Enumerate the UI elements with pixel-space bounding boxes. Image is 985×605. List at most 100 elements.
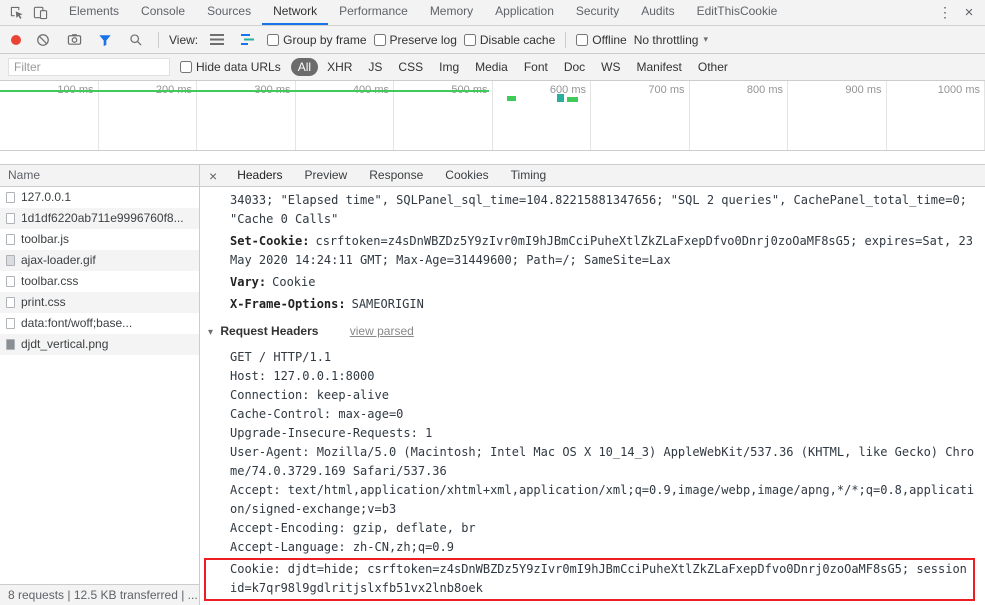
script-icon [6, 234, 15, 245]
request-row[interactable]: djdt_vertical.png [0, 334, 199, 355]
filter-type-js[interactable]: JS [361, 58, 389, 76]
more-options-icon[interactable]: ⋮ [933, 2, 957, 24]
funnel-glyph [99, 34, 111, 46]
timeline-gridline: 600 ms [493, 81, 591, 150]
tab-elements[interactable]: Elements [58, 0, 130, 25]
capture-screenshots-icon[interactable] [62, 29, 86, 51]
detail-tab-headers[interactable]: Headers [226, 165, 293, 186]
request-name: toolbar.js [21, 232, 70, 246]
offline-checkbox[interactable]: Offline [576, 33, 627, 47]
tab-network[interactable]: Network [262, 0, 329, 25]
tab-application[interactable]: Application [484, 0, 565, 25]
search-icon[interactable] [124, 29, 148, 51]
request-name: 127.0.0.1 [21, 190, 72, 204]
header-value: csrftoken=z4sDnWBZDz5Y9zIvr0mI9hJBmCciPu… [230, 234, 981, 267]
waterfall-view-icon[interactable] [236, 29, 260, 51]
tab-memory[interactable]: Memory [419, 0, 484, 25]
detail-tab-response[interactable]: Response [358, 165, 434, 186]
inspect-element-glyph [10, 6, 23, 19]
preserve-log-checkbox[interactable]: Preserve log [373, 33, 457, 47]
clear-icon[interactable] [31, 29, 55, 51]
list-view-glyph [209, 34, 224, 45]
group-by-frame-input[interactable] [267, 33, 280, 46]
triangle-down-icon[interactable]: ▾ [208, 327, 213, 338]
request-row[interactable]: data:font/woff;base... [0, 313, 199, 334]
filter-type-css[interactable]: CSS [391, 58, 430, 76]
close-details-icon[interactable]: × [200, 168, 226, 184]
filter-type-xhr[interactable]: XHR [320, 58, 359, 76]
name-column-header[interactable]: Name [0, 165, 199, 187]
network-toolbar: View: Group by frame Preserve log Disabl… [0, 26, 985, 54]
request-name: print.css [21, 295, 66, 309]
detail-tab-cookies[interactable]: Cookies [434, 165, 499, 186]
response-header: X-Frame-Options: SAMEORIGIN [230, 295, 977, 314]
tab-audits[interactable]: Audits [630, 0, 685, 25]
chevron-down-icon: ▾ [703, 34, 708, 44]
request-row[interactable]: print.css [0, 292, 199, 313]
filter-type-ws[interactable]: WS [594, 58, 627, 76]
request-row[interactable]: 1d1df6220ab711e9996760f8... [0, 208, 199, 229]
waterfall-event-mark [557, 94, 564, 102]
toolbar-divider [565, 31, 567, 48]
request-row[interactable]: toolbar.js [0, 229, 199, 250]
document-icon [6, 213, 15, 224]
view-parsed-link[interactable]: view parsed [350, 324, 414, 338]
tab-editthiscookie[interactable]: EditThisCookie [686, 0, 789, 25]
throttling-value: No throttling [633, 32, 699, 47]
stylesheet-icon [6, 276, 15, 287]
request-row[interactable]: toolbar.css [0, 271, 199, 292]
devtools-window: Elements Console Sources Network Performance… [0, 0, 985, 605]
preserve-log-input[interactable] [373, 33, 386, 46]
filter-icon[interactable] [93, 29, 117, 51]
timeline-label: 600 ms [549, 84, 586, 96]
group-by-frame-label: Group by frame [283, 32, 367, 47]
header-value: Cookie [272, 275, 316, 289]
tab-sources[interactable]: Sources [196, 0, 262, 25]
devtools-tab-list: Elements Console Sources Network Performance… [58, 0, 788, 25]
offline-input[interactable] [576, 33, 589, 46]
device-toolbar-icon[interactable] [28, 2, 52, 24]
tab-console[interactable]: Console [130, 0, 196, 25]
close-devtools-icon[interactable]: × [957, 2, 981, 24]
request-name: toolbar.css [21, 274, 79, 288]
throttling-dropdown[interactable]: No throttling ▾ [634, 33, 708, 47]
filter-type-manifest[interactable]: Manifest [630, 58, 689, 76]
status-bar: 8 requests | 12.5 KB transferred | ... [0, 584, 199, 605]
view-label: View: [169, 32, 199, 47]
hide-data-urls-checkbox[interactable]: Hide data URLs [180, 60, 281, 74]
details-tab-list: Headers Preview Response Cookies Timing [226, 165, 557, 186]
filter-type-img[interactable]: Img [432, 58, 466, 76]
request-name: 1d1df6220ab711e9996760f8... [21, 211, 184, 225]
group-by-frame-checkbox[interactable]: Group by frame [267, 32, 367, 47]
detail-tab-timing[interactable]: Timing [500, 165, 558, 186]
filter-type-doc[interactable]: Doc [557, 58, 592, 76]
timeline-label: 800 ms [746, 84, 783, 96]
detail-tab-preview[interactable]: Preview [294, 165, 359, 186]
raw-request-headers: GET / HTTP/1.1 Host: 127.0.0.1:8000 Conn… [230, 350, 975, 554]
inspect-element-icon[interactable] [4, 2, 28, 24]
timeline-label: 1000 ms [937, 84, 980, 96]
disable-cache-checkbox[interactable]: Disable cache [463, 33, 555, 47]
hide-data-urls-input[interactable] [180, 61, 192, 73]
response-header: Set-Cookie: csrftoken=z4sDnWBZDz5Y9zIvr0m… [230, 232, 977, 270]
filter-type-media[interactable]: Media [468, 58, 515, 76]
devtools-tabbar: Elements Console Sources Network Performance… [0, 0, 985, 26]
request-row[interactable]: ajax-loader.gif [0, 250, 199, 271]
filter-input[interactable] [8, 58, 170, 76]
record-icon[interactable] [11, 34, 21, 45]
details-panel: × Headers Preview Response Cookies Timing 34… [200, 165, 985, 605]
request-list: 127.0.0.1 1d1df6220ab711e9996760f8... tool… [0, 187, 199, 584]
list-view-icon[interactable] [205, 29, 229, 51]
disable-cache-input[interactable] [463, 33, 476, 46]
request-row[interactable]: 127.0.0.1 [0, 187, 199, 208]
toolbar-divider [158, 31, 159, 48]
tab-performance[interactable]: Performance [328, 0, 419, 25]
filter-type-other[interactable]: Other [691, 58, 735, 76]
network-overview[interactable]: 100 ms200 ms300 ms400 ms500 ms600 ms700 … [0, 81, 985, 151]
timeline-label: 900 ms [845, 84, 882, 96]
font-icon [6, 318, 15, 329]
filter-type-font[interactable]: Font [517, 58, 555, 76]
response-headers: Set-Cookie: csrftoken=z4sDnWBZDz5Y9zIvr0m… [230, 232, 977, 314]
filter-type-all[interactable]: All [290, 58, 319, 76]
tab-security[interactable]: Security [565, 0, 630, 25]
